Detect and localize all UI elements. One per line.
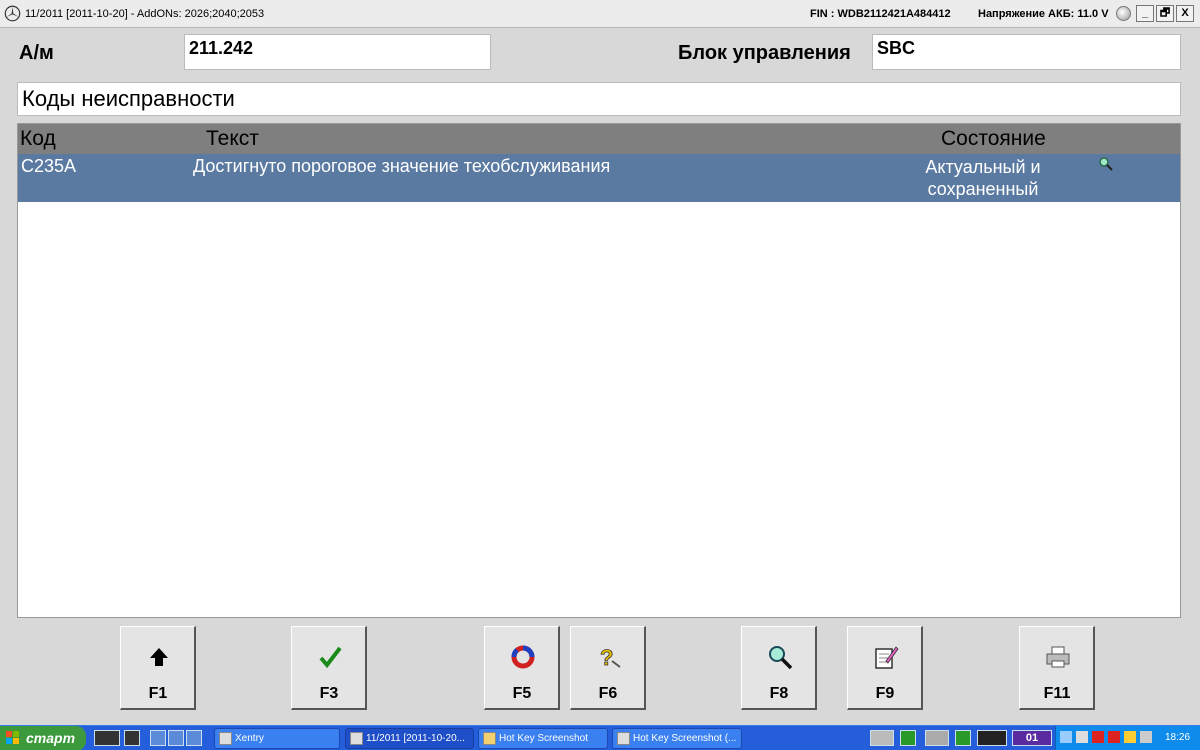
restore-button[interactable]: 🗗 (1156, 5, 1174, 22)
f11-label: F11 (1043, 685, 1071, 702)
f9-notes-button[interactable]: F9 (847, 626, 923, 710)
ie-icon[interactable] (150, 730, 166, 746)
security-icon[interactable] (1092, 731, 1104, 743)
fin-label: FIN : WDB2112421A484412 (810, 8, 951, 20)
magnifier-icon (769, 646, 793, 670)
clock[interactable]: 18:26 (1165, 732, 1190, 743)
control-unit-field: SBC (872, 34, 1181, 70)
f1-label: F1 (148, 685, 168, 702)
table-row[interactable]: C235A Достигнуто пороговое значение техо… (18, 154, 1180, 202)
fault-code-table: Код Текст Состояние C235A Достигнуто пор… (17, 123, 1181, 618)
taskbar-button-label: Hot Key Screenshot (499, 733, 588, 744)
f5-refresh-button[interactable]: F5 (484, 626, 560, 710)
tray-app-icon-2[interactable] (900, 730, 916, 746)
tray-device-icon[interactable] (977, 730, 1007, 746)
battery-voltage: Напряжение АКБ: 11.0 V (978, 8, 1109, 20)
fault-code: C235A (21, 156, 77, 176)
f8-search-button[interactable]: F8 (741, 626, 817, 710)
car-label: А/м (19, 42, 54, 64)
help-icon: ? (600, 645, 621, 670)
start-label: старт (26, 730, 76, 746)
f3-label: F3 (319, 685, 339, 702)
xentry-icon (219, 732, 232, 745)
browser-icon[interactable] (186, 730, 202, 746)
language-icon[interactable] (1140, 731, 1152, 743)
f1-up-button[interactable]: F1 (120, 626, 196, 710)
svg-text:?: ? (600, 645, 613, 670)
car-model-field: 211.242 (184, 34, 491, 70)
column-status[interactable]: Состояние (941, 127, 1046, 151)
minimize-button[interactable]: _ (1136, 5, 1154, 22)
tray-app-icon-4[interactable] (955, 730, 971, 746)
fault-text: Достигнуто пороговое значение техобслужи… (193, 156, 611, 176)
tray-app-icon-1[interactable] (870, 730, 894, 746)
control-unit-label: Блок управления (678, 42, 851, 64)
arrow-up-icon (150, 648, 168, 666)
taskbar-button-label: Xentry (235, 733, 264, 744)
tray-app-icon-3[interactable] (925, 730, 949, 746)
tray-badge[interactable]: 01 (1012, 730, 1052, 746)
taskbar-button-hotkey-folder[interactable]: Hot Key Screenshot (478, 728, 608, 749)
taskbar-button-xentry-window[interactable]: 11/2011 [2011-10-20... (345, 728, 474, 749)
taskbar-button-label: Hot Key Screenshot (... (633, 733, 737, 744)
taskbar-button-hotkey-app[interactable]: Hot Key Screenshot (... (612, 728, 742, 749)
fault-status-line2: сохраненный (927, 179, 1039, 199)
f5-label: F5 (512, 685, 532, 702)
antivirus-icon[interactable] (1108, 731, 1120, 743)
close-button[interactable]: X (1176, 5, 1194, 22)
tray-badge-label: 01 (1025, 732, 1039, 744)
printer-icon (1046, 646, 1070, 668)
f8-label: F8 (769, 685, 789, 702)
grid-icon[interactable] (124, 730, 140, 746)
details-magnifier-icon[interactable] (1098, 156, 1114, 172)
taskbar-button-label: 11/2011 [2011-10-20... (366, 733, 465, 744)
column-code[interactable]: Код (20, 127, 56, 151)
fault-status: Актуальный и сохраненный (913, 156, 1053, 200)
taskbar-button-xentry[interactable]: Xentry (214, 728, 340, 749)
keyboard-icon[interactable] (94, 730, 120, 746)
f3-confirm-button[interactable]: F3 (291, 626, 367, 710)
f11-print-button[interactable]: F11 (1019, 626, 1095, 710)
mercedes-star-icon (4, 5, 21, 22)
voltage-indicator-icon (1116, 6, 1131, 21)
start-button[interactable]: старт (0, 726, 86, 750)
window-title: 11/2011 [2011-10-20] - AddONs: 2026;2040… (25, 8, 265, 20)
screenshot-app-icon (617, 732, 630, 745)
column-text[interactable]: Текст (206, 127, 259, 151)
network-icon[interactable] (1060, 731, 1072, 743)
title-bar: 11/2011 [2011-10-20] - AddONs: 2026;2040… (0, 0, 1200, 28)
section-title: Коды неисправности (17, 82, 1181, 116)
folder-icon (483, 732, 496, 745)
f6-help-button[interactable]: ? F6 (570, 626, 646, 710)
taskbar: старт Xentry 11/2011 [2011-10-20... Hot … (0, 725, 1200, 750)
update-icon[interactable] (1124, 731, 1136, 743)
mercedes-star-icon (350, 732, 363, 745)
windows-logo-icon (6, 731, 19, 744)
f6-label: F6 (598, 685, 618, 702)
f9-label: F9 (875, 685, 895, 702)
refresh-icon (511, 645, 535, 669)
notepad-edit-icon (875, 646, 899, 669)
table-header: Код Текст Состояние (18, 124, 1180, 154)
desktop-icon[interactable] (168, 730, 184, 746)
checkmark-icon (319, 646, 342, 669)
fault-status-line1: Актуальный и (925, 157, 1041, 177)
volume-icon[interactable] (1076, 731, 1088, 743)
